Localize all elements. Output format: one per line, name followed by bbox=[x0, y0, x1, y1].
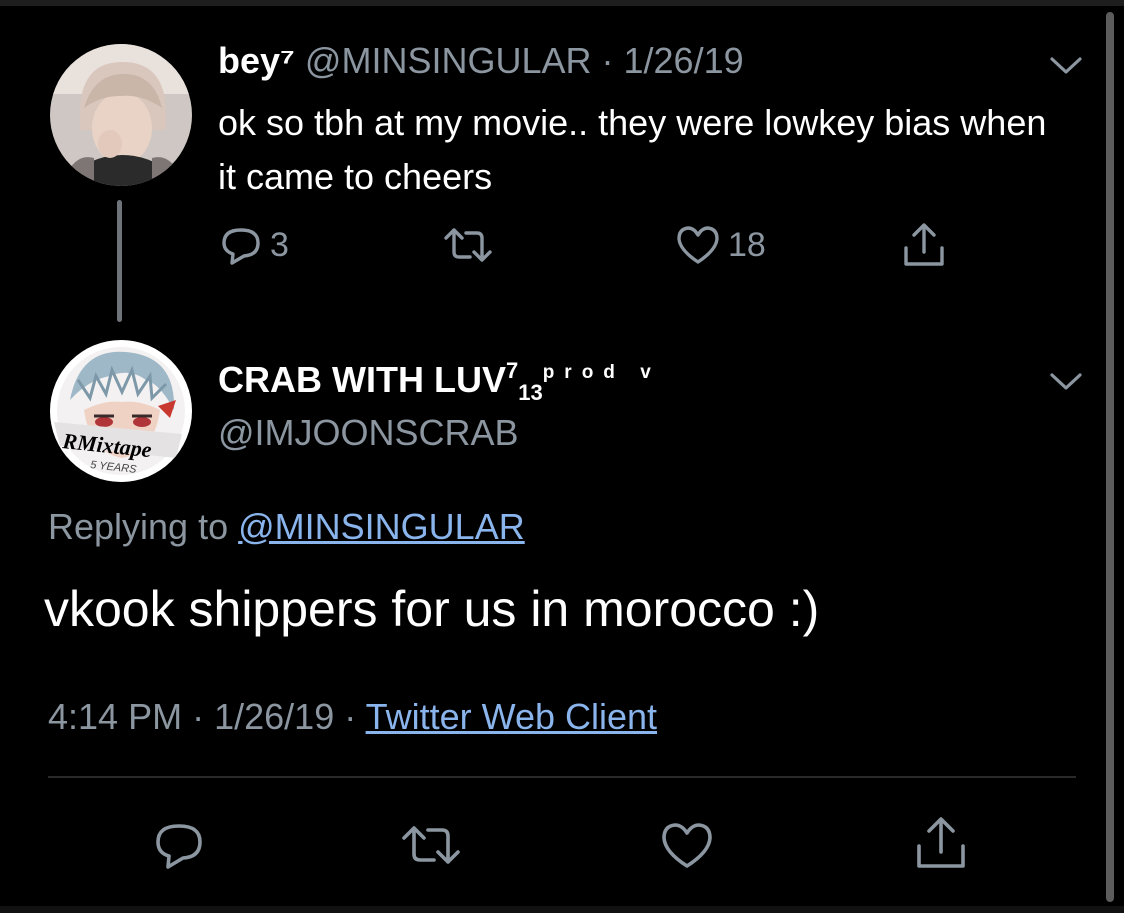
mention-link[interactable]: @MINSINGULAR bbox=[238, 506, 525, 547]
reply-button[interactable] bbox=[152, 818, 206, 872]
handle[interactable]: @MINSINGULAR bbox=[305, 40, 592, 81]
share-icon bbox=[912, 814, 970, 872]
display-name[interactable]: bey⁷ bbox=[218, 40, 295, 81]
retweet-icon bbox=[398, 818, 464, 872]
thread-connector bbox=[117, 200, 122, 322]
retweet-button[interactable] bbox=[398, 818, 464, 872]
replying-to: Replying to @MINSINGULAR bbox=[48, 506, 525, 548]
tweet-date[interactable]: 1/26/19 bbox=[214, 696, 334, 737]
like-button[interactable] bbox=[658, 818, 716, 872]
share-button[interactable] bbox=[912, 814, 970, 872]
chevron-down-icon[interactable] bbox=[1046, 366, 1086, 396]
replying-label: Replying to bbox=[48, 506, 229, 547]
name-prod: prod v bbox=[542, 362, 661, 383]
reply-icon bbox=[152, 818, 206, 872]
reply-button[interactable]: 3 bbox=[218, 222, 289, 268]
display-name[interactable]: CRAB WITH LUV713prod v bbox=[218, 358, 661, 406]
heart-icon bbox=[674, 222, 722, 268]
avatar[interactable] bbox=[50, 44, 192, 186]
tweet-date[interactable]: 1/26/19 bbox=[624, 40, 744, 81]
tweet-meta: 4:14 PM · 1/26/19 · Twitter Web Client bbox=[48, 696, 657, 738]
scrollbar[interactable] bbox=[1106, 12, 1114, 902]
separator: · bbox=[601, 40, 614, 81]
chevron-down-icon[interactable] bbox=[1046, 50, 1086, 80]
tweet-time[interactable]: 4:14 PM bbox=[48, 696, 182, 737]
parent-tweet-text: ok so tbh at my movie.. they were lowkey… bbox=[218, 102, 1047, 197]
separator: · bbox=[192, 696, 205, 737]
separator: · bbox=[344, 696, 357, 737]
avatar[interactable]: RMixtape 5 YEARS bbox=[50, 340, 192, 482]
like-button[interactable]: 18 bbox=[674, 222, 766, 268]
name-superscript: 7 bbox=[505, 358, 519, 383]
bottom-border bbox=[0, 906, 1124, 913]
share-button[interactable] bbox=[900, 220, 948, 270]
divider bbox=[48, 776, 1076, 778]
retweet-button[interactable] bbox=[440, 222, 496, 268]
tweet-text: vkook shippers for us in morocco :) bbox=[44, 581, 820, 637]
reply-count: 3 bbox=[270, 225, 289, 264]
share-icon bbox=[900, 220, 948, 270]
parent-tweet-header: bey⁷ @MINSINGULAR · 1/26/19 bbox=[218, 40, 744, 82]
like-count: 18 bbox=[728, 225, 766, 264]
reply-icon bbox=[218, 222, 264, 268]
client-link[interactable]: Twitter Web Client bbox=[366, 696, 657, 737]
heart-icon bbox=[658, 818, 716, 872]
handle[interactable]: @IMJOONSCRAB bbox=[218, 412, 519, 454]
top-border bbox=[0, 0, 1124, 6]
retweet-icon bbox=[440, 222, 496, 268]
name-subscript: 13 bbox=[518, 380, 543, 405]
